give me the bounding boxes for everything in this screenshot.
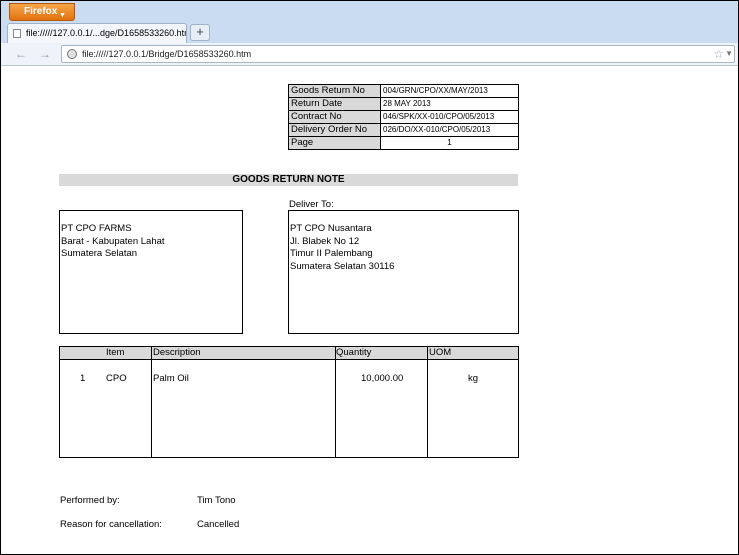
contract-no-value: 046/SPK/XX-010/CPO/05/2013 — [380, 110, 519, 124]
from-address-box: PT CPO FARMS Barat - Kabupaten Lahat Sum… — [59, 210, 243, 334]
plus-icon: + — [196, 24, 204, 39]
delivery-order-no-label: Delivery Order No — [288, 123, 381, 137]
page-icon — [13, 29, 21, 38]
new-tab-button[interactable]: + — [190, 24, 210, 41]
row-item: CPO — [106, 373, 127, 384]
globe-icon — [67, 49, 77, 59]
navigation-bar: ← → file://///127.0.0.1/Bridge/D16585332… — [1, 43, 738, 66]
tab-title: file://///127.0.0.1/...dge/D1658533260.h… — [26, 28, 187, 38]
table-row: Goods Return No 004/GRN/CPO/XX/MAY/2013 — [288, 84, 519, 98]
address-line: Timur II Palembang — [290, 248, 373, 259]
reason-label: Reason for cancellation: — [60, 519, 162, 530]
goods-return-no-label: Goods Return No — [288, 84, 381, 98]
header-quantity: Quantity — [336, 347, 372, 358]
document-page: Goods Return No 004/GRN/CPO/XX/MAY/2013 … — [0, 66, 739, 554]
header-info-table: Goods Return No 004/GRN/CPO/XX/MAY/2013 … — [288, 84, 519, 150]
items-table: Item Description Quantity UOM 1 CPO Palm… — [59, 346, 519, 458]
row-number: 1 — [80, 373, 86, 384]
page-label: Page — [288, 136, 381, 150]
return-date-value: 28 MAY 2013 — [380, 97, 519, 111]
address-line: Sumatera Selatan — [61, 248, 138, 259]
row-quantity: 10,000.00 — [361, 373, 404, 384]
tab-strip: file://///127.0.0.1/...dge/D1658533260.h… — [1, 21, 738, 43]
header-uom: UOM — [429, 347, 452, 358]
address-line: PT CPO Nusantara — [290, 223, 372, 234]
reason-value: Cancelled — [197, 519, 240, 530]
address-line: Sumatera Selatan 30116 — [290, 260, 395, 272]
forward-arrow-icon[interactable]: → — [37, 46, 53, 62]
goods-return-no-value: 004/GRN/CPO/XX/MAY/2013 — [380, 84, 519, 98]
deliver-to-address-box: PT CPO Nusantara Jl. Blabek No 12 Timur … — [288, 210, 519, 334]
column-divider — [151, 347, 152, 457]
url-dropdown-icon[interactable]: ▼ — [725, 46, 733, 62]
column-divider — [427, 347, 428, 457]
contract-no-label: Contract No — [288, 110, 381, 124]
table-row: Delivery Order No 026/DO/XX-010/CPO/05/2… — [288, 123, 519, 137]
title-bar: Firefox ▼ — [1, 1, 738, 21]
delivery-order-no-value: 026/DO/XX-010/CPO/05/2013 — [380, 123, 519, 137]
column-divider — [335, 347, 336, 457]
address-line: Barat - Kabupaten Lahat — [61, 235, 165, 247]
row-description: Palm Oil — [153, 373, 189, 384]
row-uom: kg — [468, 373, 479, 384]
return-date-label: Return Date — [288, 97, 381, 111]
url-bar[interactable]: file://///127.0.0.1/Bridge/D1658533260.h… — [61, 45, 735, 63]
table-row: Return Date 28 MAY 2013 — [288, 97, 519, 111]
performed-by-label: Performed by: — [60, 495, 120, 506]
url-text: file://///127.0.0.1/Bridge/D1658533260.h… — [82, 49, 252, 59]
deliver-to-label: Deliver To: — [289, 199, 334, 210]
performed-by-value: Tim Tono — [197, 495, 236, 506]
header-item: Item — [106, 347, 125, 358]
bookmark-star-icon[interactable]: ☆ — [713, 46, 724, 62]
document-title: GOODS RETURN NOTE — [59, 174, 518, 186]
address-line: Jl. Blabek No 12 — [290, 235, 360, 247]
browser-tab[interactable]: file://///127.0.0.1/...dge/D1658533260.h… — [7, 23, 187, 43]
table-row: Contract No 046/SPK/XX-010/CPO/05/2013 — [288, 110, 519, 124]
address-line: PT CPO FARMS — [61, 223, 132, 234]
page-value: 1 — [380, 136, 519, 150]
table-row: Page 1 — [288, 136, 519, 150]
back-arrow-icon[interactable]: ← — [13, 46, 29, 62]
header-description: Description — [153, 347, 201, 358]
firefox-menu-button[interactable]: Firefox ▼ — [9, 3, 75, 21]
firefox-button-label: Firefox — [24, 6, 58, 17]
